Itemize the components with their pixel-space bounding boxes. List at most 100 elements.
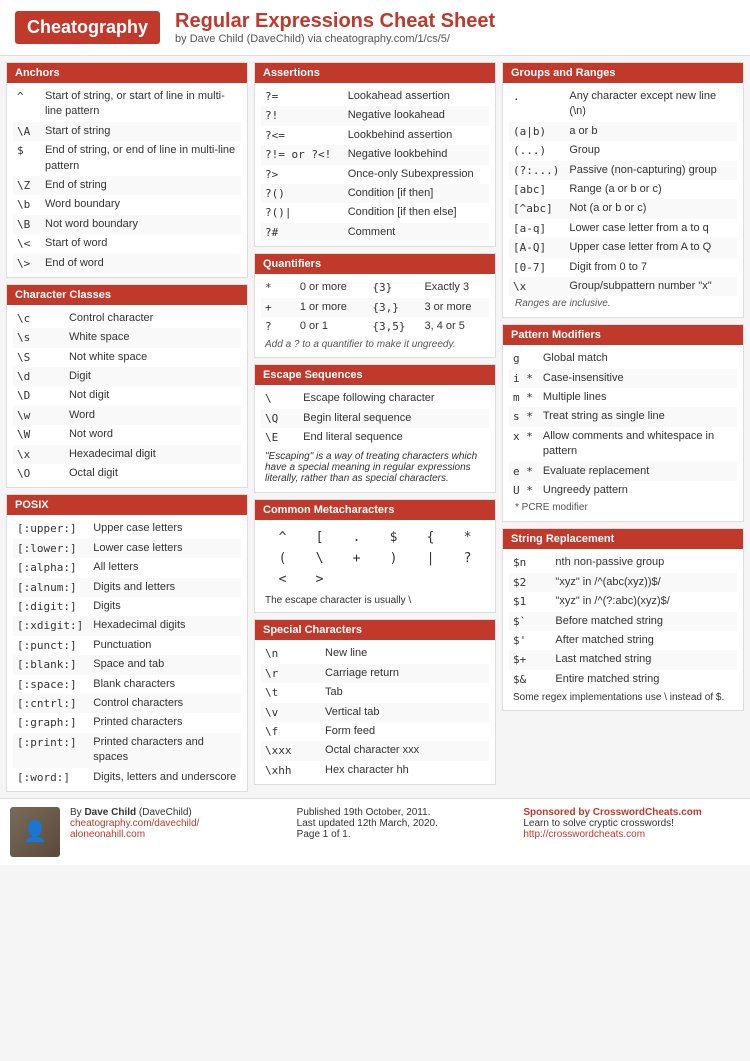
desc-cell: Punctuation	[89, 636, 241, 655]
footer-author: By Dave Child (DaveChild) cheatography.c…	[70, 807, 287, 840]
assertions-section: Assertions ?=Lookahead assertion?!Negati…	[254, 62, 496, 247]
symbol-cell: ?<=	[261, 126, 344, 145]
desc-cell: Control character	[65, 309, 241, 328]
desc-cell: Not word	[65, 425, 241, 444]
metachar-cell: \	[302, 549, 337, 568]
table-row: .Any character except new line (\n)	[509, 87, 737, 122]
symbol-cell: $2	[509, 573, 551, 592]
escape-section: Escape Sequences \Escape following chara…	[254, 364, 496, 493]
table-row: $End of string, or end of line in multi-…	[13, 141, 241, 176]
author-name: Dave Child	[84, 807, 136, 818]
symbol-cell: \D	[13, 386, 65, 405]
symbol-cell: [:space:]	[13, 675, 89, 694]
special-section: Special Characters \nNew line\rCarriage …	[254, 619, 496, 785]
desc-cell: Carriage return	[321, 664, 489, 683]
desc-cell: Digits and letters	[89, 578, 241, 597]
symbol2-cell: {3,5}	[364, 317, 420, 336]
groups-section: Groups and Ranges .Any character except …	[502, 62, 744, 318]
footer-publish: Published 19th October, 2011. Last updat…	[297, 807, 514, 840]
table-row: \AStart of string	[13, 122, 241, 141]
symbol-cell: ?#	[261, 223, 344, 242]
table-row: $1"xyz" in /^(?:abc)(xyz)$/	[509, 592, 737, 611]
desc-cell: Last matched string	[551, 650, 737, 669]
metachar-cell: (	[265, 549, 300, 568]
author-link2[interactable]: aloneonahill.com	[70, 829, 145, 840]
table-row: i *Case-insensitive	[509, 369, 737, 388]
table-row: ?!Negative lookahead	[261, 106, 489, 125]
symbol-cell: $'	[509, 631, 551, 650]
symbol-cell: [:punct:]	[13, 636, 89, 655]
table-row: \wWord	[13, 406, 241, 425]
symbol-cell: [a-q]	[509, 219, 565, 238]
escape-header: Escape Sequences	[255, 365, 495, 385]
desc-cell: Printed characters and spaces	[89, 733, 241, 768]
symbol-cell: U *	[509, 481, 539, 500]
symbol-cell: \B	[13, 215, 41, 234]
desc2-cell: 3 or more	[420, 298, 489, 317]
symbol-cell: \b	[13, 195, 41, 214]
table-row: \cControl character	[13, 309, 241, 328]
desc-cell: Before matched string	[551, 612, 737, 631]
table-row: ?#Comment	[261, 223, 489, 242]
table-row: (?:...)Passive (non-capturing) group	[509, 161, 737, 180]
table-row: +1 or more{3,}3 or more	[261, 298, 489, 317]
desc-cell: Space and tab	[89, 655, 241, 674]
desc-cell: Comment	[344, 223, 489, 242]
metachar-cell: ?	[450, 549, 485, 568]
table-row: \OOctal digit	[13, 464, 241, 483]
symbol-cell: \x	[509, 277, 565, 296]
symbol-cell: \Q	[261, 409, 299, 428]
symbol-cell: \	[261, 389, 299, 408]
table-row: \xHexadecimal digit	[13, 445, 241, 464]
desc-cell: Vertical tab	[321, 703, 489, 722]
metachar-note: The escape character is usually \	[261, 593, 489, 608]
stringrep-note: Some regex implementations use \ instead…	[509, 689, 737, 706]
desc-cell: Negative lookbehind	[344, 145, 489, 164]
desc-cell: "xyz" in /^(?:abc)(xyz)$/	[551, 592, 737, 611]
sponsor-link[interactable]: http://crosswordcheats.com	[523, 829, 645, 840]
table-row: \SNot white space	[13, 348, 241, 367]
desc-cell: White space	[65, 328, 241, 347]
symbol-cell: $`	[509, 612, 551, 631]
table-row: $&Entire matched string	[509, 670, 737, 689]
quantifiers-note: Add a ? to a quantifier to make it ungre…	[261, 336, 489, 353]
symbol-cell: ?!	[261, 106, 344, 125]
desc-cell: Digits	[89, 597, 241, 616]
escape-note: "Escaping" is a way of treating characte…	[261, 447, 489, 488]
symbol-cell: \S	[13, 348, 65, 367]
desc-cell: Blank characters	[89, 675, 241, 694]
desc-cell: "xyz" in /^(abc(xyz))$/	[551, 573, 737, 592]
symbol-cell: \E	[261, 428, 299, 447]
groups-header: Groups and Ranges	[503, 63, 743, 83]
desc-cell: Tab	[321, 683, 489, 702]
symbol-cell: ^	[13, 87, 41, 122]
author-avatar: 👤	[10, 807, 60, 857]
metachar-cell: [	[302, 528, 337, 547]
table-row: \QBegin literal sequence	[261, 409, 489, 428]
table-row: $'After matched string	[509, 631, 737, 650]
desc-cell: Not white space	[65, 348, 241, 367]
symbol2-cell: {3,}	[364, 298, 420, 317]
sponsor-name[interactable]: Sponsored by CrosswordCheats.com	[523, 807, 701, 818]
table-row: \EEnd literal sequence	[261, 428, 489, 447]
anchors-section: Anchors ^Start of string, or start of li…	[6, 62, 248, 278]
desc-cell: Ungreedy pattern	[539, 481, 737, 500]
desc-cell: End of string	[41, 176, 241, 195]
metachar-cell: *	[450, 528, 485, 547]
symbol-cell: [:cntrl:]	[13, 694, 89, 713]
table-row: \<Start of word	[13, 234, 241, 253]
table-row: \BNot word boundary	[13, 215, 241, 234]
symbol-cell: [:graph:]	[13, 713, 89, 732]
table-row: [:punct:]Punctuation	[13, 636, 241, 655]
desc-cell: Any character except new line (\n)	[565, 87, 737, 122]
header: Cheatography Regular Expressions Cheat S…	[0, 0, 750, 56]
symbol-cell: \r	[261, 664, 321, 683]
author-link1[interactable]: cheatography.com/davechild/	[70, 818, 199, 829]
footer-sponsor: Sponsored by CrosswordCheats.com Learn t…	[523, 807, 740, 840]
metachar-grid: ^[.${*(\+)|?<>	[261, 524, 489, 593]
table-row: [:upper:]Upper case letters	[13, 519, 241, 538]
symbol-cell: \v	[261, 703, 321, 722]
table-row: *0 or more{3}Exactly 3	[261, 278, 489, 297]
desc-cell: Treat string as single line	[539, 407, 737, 426]
table-row: [:xdigit:]Hexadecimal digits	[13, 616, 241, 635]
